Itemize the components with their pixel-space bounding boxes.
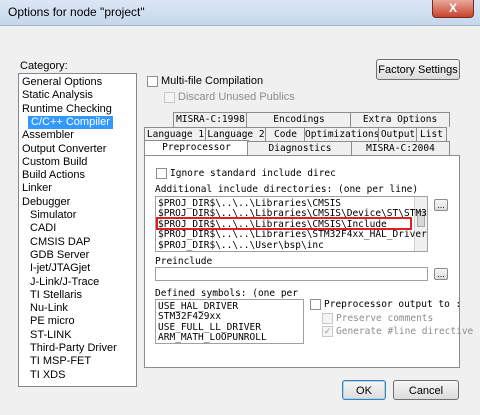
category-item[interactable]: CADI [30, 222, 56, 235]
category-item[interactable]: C/C++ Compiler [28, 115, 113, 129]
multifile-checkbox[interactable] [147, 76, 158, 87]
category-item[interactable]: PE micro [30, 315, 75, 328]
tab-diagnostics[interactable]: Diagnostics [247, 141, 353, 156]
tab-misra-c-1998[interactable]: MISRA-C:1998 [173, 112, 248, 127]
category-item[interactable]: Assembler [22, 129, 74, 142]
tab-output[interactable]: Output [378, 127, 418, 142]
generate-line-checkbox[interactable]: ✓ [322, 326, 333, 337]
preinclude-label: Preinclude [155, 256, 213, 267]
close-button[interactable]: X [432, 0, 474, 18]
category-item[interactable]: Nu-Link [30, 302, 68, 315]
tab-extra-options[interactable]: Extra Options [350, 112, 450, 127]
category-item[interactable]: J-Link/J-Trace [30, 276, 99, 289]
category-label: Category: [20, 60, 68, 72]
category-item[interactable]: Static Analysis [22, 89, 93, 102]
preprocessor-output-label: Preprocessor output to : [324, 299, 462, 310]
tab-encodings[interactable]: Encodings [246, 112, 352, 127]
tab-misra-c-2004[interactable]: MISRA-C:2004 [351, 141, 450, 156]
include-dir-line: $PROJ_DIR$\..\..\Libraries\STM32F4xx_HAL… [158, 229, 428, 241]
category-item[interactable]: Custom Build [22, 156, 87, 169]
options-dialog: Options for node "project" X Category: G… [0, 0, 480, 415]
defined-symbol-line: ARM_MATH_LOOPUNROLL [158, 332, 267, 344]
category-item[interactable]: Output Converter [22, 143, 106, 156]
category-item[interactable]: Build Actions [22, 169, 85, 182]
ignore-standard-checkbox[interactable] [156, 168, 167, 179]
category-item[interactable]: General Options [22, 76, 102, 89]
defined-symbol-line: STM32F429xx [158, 311, 221, 323]
category-item[interactable]: Simulator [30, 209, 76, 222]
tab-optimizations[interactable]: Optimizations [304, 127, 380, 142]
discard-label: Discard Unused Publics [178, 91, 295, 103]
highlight-box [156, 217, 412, 230]
discard-checkbox[interactable] [164, 92, 175, 103]
category-item[interactable]: TI Stellaris [30, 289, 82, 302]
tab-list[interactable]: List [416, 127, 447, 142]
include-dir-line: $PROJ_DIR$\..\..\User\bsp\inc [158, 239, 324, 251]
multifile-label: Multi-file Compilation [161, 75, 264, 87]
category-item[interactable]: GDB Server [30, 249, 89, 262]
category-item[interactable]: Linker [22, 182, 52, 195]
category-item[interactable]: TI XDS [30, 369, 65, 382]
preserve-comments-label: Preserve comments [336, 313, 434, 324]
preprocessor-output-checkbox[interactable] [310, 299, 321, 310]
defined-symbol-line: USE_FULL_LL_DRIVER [158, 321, 261, 333]
defined-symbols-label: Defined symbols: (one per [155, 288, 298, 299]
include-dirs-scrollbar[interactable] [414, 197, 427, 251]
window-title: Options for node "project" [8, 5, 145, 19]
category-item[interactable]: Runtime Checking [22, 103, 112, 116]
generate-line-label: Generate #line directive [336, 326, 474, 337]
preinclude-browse-button[interactable]: ... [434, 268, 448, 280]
ok-button[interactable]: OK [342, 380, 386, 400]
category-item[interactable]: ST-LINK [30, 329, 72, 342]
category-item[interactable]: Third-Party Driver [30, 342, 117, 355]
category-item[interactable]: CMSIS DAP [30, 236, 91, 249]
preinclude-input[interactable] [155, 267, 428, 281]
include-dir-line: $PROJ_DIR$\..\..\Libraries\CMSIS [158, 198, 342, 209]
defined-symbol-line: USE_HAL_DRIVER [158, 301, 239, 312]
category-list[interactable]: General Options Static Analysis Runtime Ch… [18, 73, 137, 387]
category-item[interactable]: TI MSP-FET [30, 355, 91, 368]
cancel-button[interactable]: Cancel [393, 380, 459, 400]
category-item[interactable]: Debugger [22, 196, 70, 209]
category-item[interactable]: I-jet/JTAGjet [30, 262, 90, 275]
ignore-standard-label: Ignore standard include direc [170, 168, 336, 179]
preserve-comments-checkbox[interactable] [322, 313, 333, 324]
tab-code[interactable]: Code [265, 127, 306, 142]
defined-symbols-textarea[interactable]: USE_HAL_DRIVER STM32F429xx USE_FULL_LL_DRI… [155, 299, 304, 344]
include-browse-button[interactable]: ... [434, 199, 448, 211]
additional-include-label: Additional include directories: (one per… [155, 184, 419, 195]
factory-settings-button[interactable]: Factory Settings [376, 59, 460, 80]
